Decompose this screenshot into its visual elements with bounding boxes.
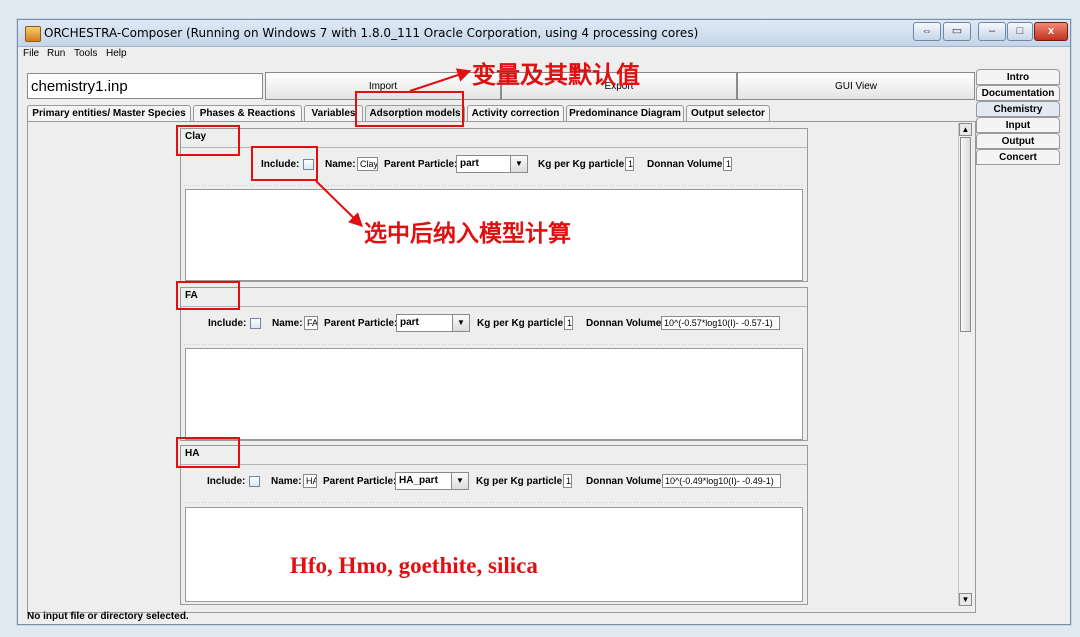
gui-view-button[interactable]: GUI View bbox=[737, 72, 975, 100]
parent-particle-select[interactable]: part ▼ bbox=[456, 155, 528, 173]
donnan-volume-label: Donnan Volume: bbox=[586, 476, 665, 487]
kg-per-kg-field[interactable]: 1 bbox=[625, 157, 634, 171]
minimize-button[interactable]: – bbox=[978, 22, 1006, 41]
chevron-down-icon: ▼ bbox=[510, 156, 527, 172]
status-bar-text: No input file or directory selected. bbox=[27, 611, 189, 622]
side-tab-chemistry[interactable]: Chemistry bbox=[976, 101, 1060, 117]
tab-primary-entities[interactable]: Primary entities/ Master Species bbox=[27, 105, 191, 121]
chevron-down-icon: ▼ bbox=[452, 315, 469, 331]
maximize-button[interactable]: □ bbox=[1007, 22, 1033, 41]
menu-tools[interactable]: Tools bbox=[74, 48, 97, 59]
close-button[interactable]: x bbox=[1034, 22, 1068, 41]
side-tab-intro[interactable]: Intro bbox=[976, 69, 1060, 85]
highlight-fa-title bbox=[176, 281, 240, 310]
kg-per-kg-field[interactable]: 1 bbox=[564, 316, 573, 330]
side-tab-concert[interactable]: Concert bbox=[976, 149, 1060, 165]
scroll-up-icon[interactable]: ▲ bbox=[959, 123, 972, 136]
parent-particle-label: Parent Particle: bbox=[323, 476, 397, 487]
window-title: ORCHESTRA-Composer (Running on Windows 7… bbox=[44, 26, 699, 40]
include-checkbox[interactable] bbox=[250, 318, 261, 329]
highlight-ha-title bbox=[176, 437, 240, 468]
menu-file[interactable]: File bbox=[23, 48, 39, 59]
name-field[interactable]: FA bbox=[304, 316, 318, 330]
include-label: Include: bbox=[208, 318, 247, 329]
section-fa: FA Include: Name: FA Parent Particle: pa… bbox=[180, 287, 808, 441]
java-app-icon bbox=[25, 26, 41, 42]
parent-particle-select[interactable]: HA_part ▼ bbox=[395, 472, 469, 490]
menu-run[interactable]: Run bbox=[47, 48, 65, 59]
chevron-down-icon: ▼ bbox=[451, 473, 468, 489]
title-bar: ORCHESTRA-Composer (Running on Windows 7… bbox=[18, 20, 1070, 47]
name-label: Name: bbox=[325, 159, 356, 170]
tab-output-selector[interactable]: Output selector bbox=[686, 105, 770, 121]
scroll-down-icon[interactable]: ▼ bbox=[959, 593, 972, 606]
vertical-scrollbar[interactable]: ▲ ▼ bbox=[958, 123, 972, 606]
divider bbox=[183, 184, 805, 187]
annotation-other-models: Hfo, Hmo, goethite, silica bbox=[290, 553, 538, 578]
tab-predominance-diagram[interactable]: Predominance Diagram bbox=[566, 105, 684, 121]
donnan-volume-field[interactable]: 10^(-0.49*log10(I)- -0.49-1) bbox=[662, 474, 781, 488]
donnan-volume-field[interactable]: 10^(-0.57*log10(I)- -0.57-1) bbox=[661, 316, 780, 330]
divider bbox=[183, 501, 805, 504]
side-tab-documentation[interactable]: Documentation bbox=[976, 85, 1060, 101]
kg-per-kg-label: Kg per Kg particle: bbox=[538, 159, 628, 170]
annotation-include-note: 选中后纳入模型计算 bbox=[364, 221, 571, 247]
kg-per-kg-label: Kg per Kg particle: bbox=[477, 318, 567, 329]
name-field[interactable]: HA bbox=[303, 474, 317, 488]
section-row: Include: Name: HA Parent Particle: HA_pa… bbox=[181, 464, 807, 502]
tab-phases-reactions[interactable]: Phases & Reactions bbox=[193, 105, 302, 121]
annotation-variables-default: 变量及其默认值 bbox=[472, 61, 640, 89]
scroll-thumb[interactable] bbox=[960, 137, 971, 332]
highlight-adsorption-tab bbox=[355, 91, 464, 127]
menu-help[interactable]: Help bbox=[106, 48, 127, 59]
parent-particle-label: Parent Particle: bbox=[384, 159, 458, 170]
donnan-volume-label: Donnan Volume: bbox=[586, 318, 665, 329]
main-window: ORCHESTRA-Composer (Running on Windows 7… bbox=[17, 19, 1071, 625]
kg-per-kg-label: Kg per Kg particle: bbox=[476, 476, 566, 487]
highlight-include-checkbox bbox=[251, 146, 318, 181]
name-field[interactable]: Clay bbox=[357, 157, 378, 171]
file-name-field[interactable]: chemistry1.inp bbox=[27, 73, 263, 99]
section-ha: HA Include: Name: HA Parent Particle: HA… bbox=[180, 445, 808, 605]
tab-activity-correction[interactable]: Activity correction bbox=[467, 105, 564, 121]
restore-icon[interactable]: ⇔ bbox=[913, 22, 941, 41]
kg-per-kg-field[interactable]: 1 bbox=[563, 474, 572, 488]
include-checkbox[interactable] bbox=[249, 476, 260, 487]
donnan-volume-field[interactable]: 1 bbox=[723, 157, 732, 171]
parent-particle-label: Parent Particle: bbox=[324, 318, 398, 329]
resize-icon[interactable]: ▭ bbox=[943, 22, 971, 41]
section-row: Include: Name: FA Parent Particle: part ▼… bbox=[181, 306, 807, 344]
name-label: Name: bbox=[271, 476, 302, 487]
side-tab-output[interactable]: Output bbox=[976, 133, 1060, 149]
parent-particle-select[interactable]: part ▼ bbox=[396, 314, 470, 332]
divider bbox=[183, 343, 805, 346]
reaction-text-area[interactable] bbox=[185, 348, 803, 440]
side-tab-input[interactable]: Input bbox=[976, 117, 1060, 133]
name-label: Name: bbox=[272, 318, 303, 329]
donnan-volume-label: Donnan Volume: bbox=[647, 159, 726, 170]
include-label: Include: bbox=[207, 476, 246, 487]
highlight-clay-title bbox=[176, 125, 240, 156]
